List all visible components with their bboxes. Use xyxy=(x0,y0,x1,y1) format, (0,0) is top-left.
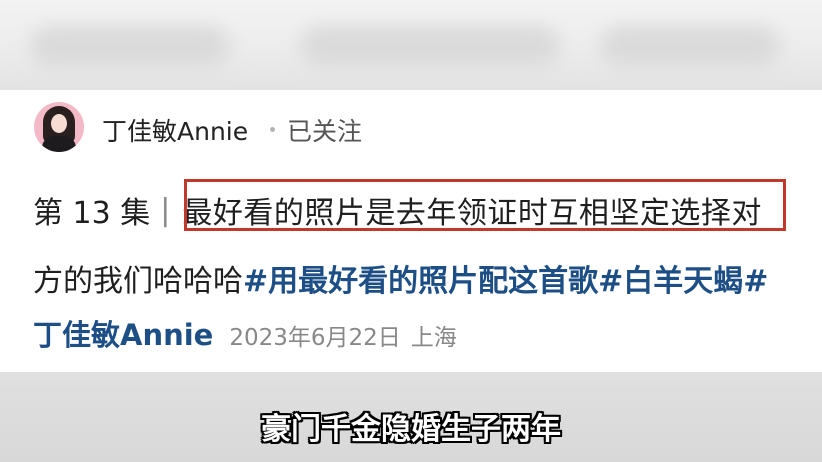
blurred-background-top xyxy=(0,0,822,90)
post-location: 上海 xyxy=(410,325,457,351)
post-date: 2023年6月22日 xyxy=(229,325,401,351)
follow-status-button[interactable]: 已关注 xyxy=(287,112,362,148)
username[interactable]: 丁佳敏Annie xyxy=(102,112,248,148)
episode-label: 第 13 集 xyxy=(33,196,151,231)
separator: | xyxy=(160,192,171,228)
avatar[interactable] xyxy=(34,102,84,152)
highlight-annotation-box xyxy=(184,179,786,231)
post-text-line-2: 方的我们哈哈哈#用最好看的照片配这首歌#白羊天蝎# xyxy=(33,256,768,300)
author-name-link[interactable]: 丁佳敏Annie xyxy=(33,312,213,354)
video-subtitle: 豪门千金隐婚生子两年 xyxy=(261,412,561,447)
continuation-text: 方的我们哈哈哈 xyxy=(33,264,243,299)
separator-dot-icon xyxy=(270,127,275,132)
post-meta: 丁佳敏Annie 2023年6月22日 上海 xyxy=(33,312,457,354)
hashtag-link[interactable]: 白羊天蝎# xyxy=(623,264,768,299)
hashtag-link[interactable]: #用最好看的照片配这首歌# xyxy=(243,264,623,299)
